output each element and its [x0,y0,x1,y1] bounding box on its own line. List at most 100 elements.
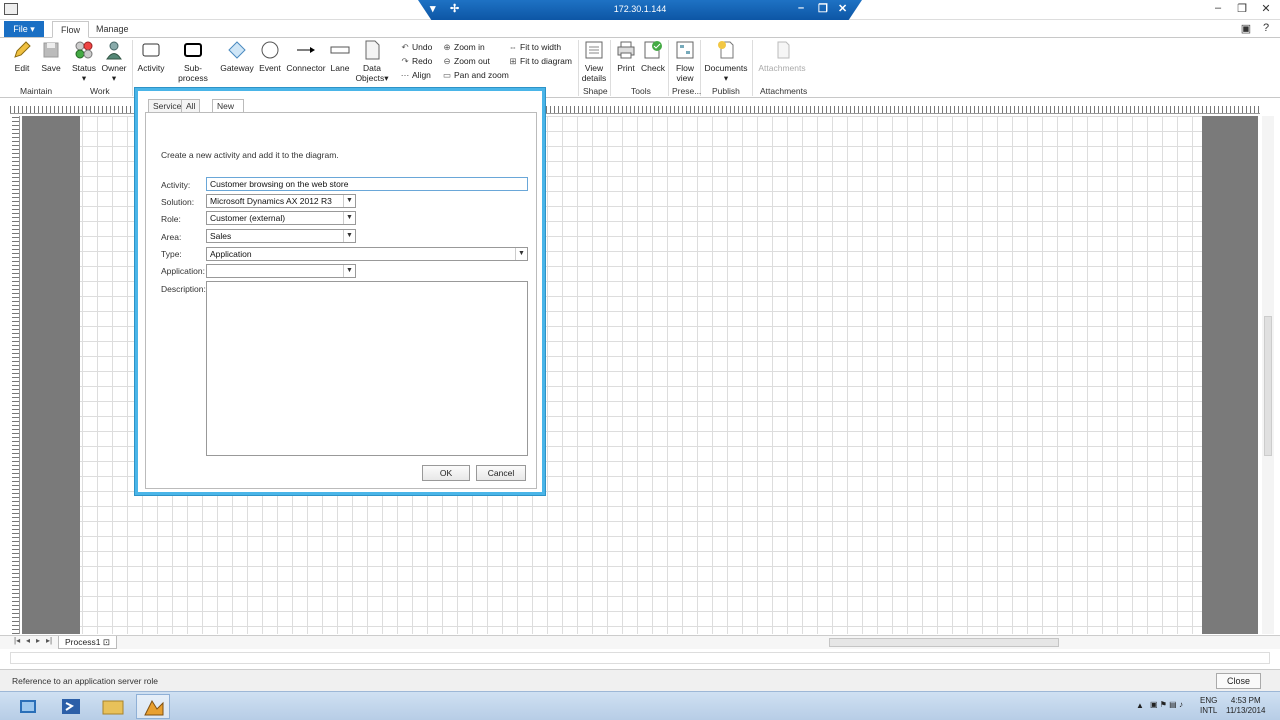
type-select[interactable]: Application ▼ [206,247,528,261]
redo-button[interactable]: ↷ Redo [400,54,432,68]
align-label: Align [412,70,431,80]
add-sheet-icon[interactable]: ⊡ [103,637,110,647]
right-margin-band [1202,116,1258,634]
window-close-icon[interactable]: ✕ [1256,2,1276,15]
check-button[interactable]: Check [640,40,666,73]
connector-button[interactable]: Connector [286,40,326,73]
status-button[interactable]: Status ▾ [70,40,98,84]
documents-button[interactable]: Documents ▾ [704,40,748,84]
powershell-icon[interactable] [54,694,88,719]
file-tab[interactable]: File ▾ [4,21,44,37]
save-button[interactable]: Save [38,40,64,73]
view-details-button[interactable]: View details [580,40,608,83]
area-select[interactable]: Sales ▼ [206,229,356,243]
attachment-icon [772,40,792,60]
pan-zoom-button[interactable]: ▭ Pan and zoom [442,68,509,82]
start-button[interactable] [12,694,46,719]
ok-button[interactable]: OK [422,465,470,481]
data-objects-button[interactable]: Data Objects▾ [354,40,390,84]
file-tab-label: File [13,24,28,34]
role-value: Customer (external) [210,213,286,223]
check-label: Check [640,63,666,73]
diamond-icon [227,40,247,60]
align-button[interactable]: ⋯ Align [400,68,431,82]
horizontal-scroll-thumb[interactable] [829,638,1059,647]
flow-view-button[interactable]: Flow view [672,40,698,83]
close-icon[interactable]: ✕ [838,2,847,15]
explorer-icon[interactable] [96,694,130,719]
ribbon-options-icon[interactable]: ▣ [1236,22,1256,35]
tab-all[interactable]: All [181,99,201,113]
fit-diagram-button[interactable]: ⊞ Fit to diagram [508,54,572,68]
tab-manage[interactable]: Manage [88,21,137,38]
activity-input[interactable]: Customer browsing on the web store [206,177,528,191]
role-select[interactable]: Customer (external) ▼ [206,211,356,225]
edit-button[interactable]: Edit [8,40,36,73]
zoom-in-button[interactable]: ⊕ Zoom in [442,40,485,54]
gateway-button[interactable]: Gateway [220,40,254,73]
help-icon[interactable]: ? [1256,22,1276,34]
clock[interactable]: 4:53 PM 11/13/2014 [1226,696,1265,716]
chevron-down-icon[interactable]: ▼ [343,195,355,207]
tray-icons[interactable]: ▣ ⚑ ▤ ♪ [1150,700,1183,710]
chevron-down-icon[interactable]: ▼ [343,265,355,277]
print-button[interactable]: Print [614,40,638,73]
chevron-down-icon[interactable]: ▼ [343,230,355,242]
new-activity-dialog: Service All New Create a new activity an… [135,88,545,495]
zoom-out-icon: ⊖ [443,56,451,66]
business-process-modeler-icon[interactable] [136,694,170,719]
first-sheet-icon[interactable]: |◂ [14,636,20,645]
minimize-icon[interactable]: – [798,2,804,14]
vertical-scroll-thumb[interactable] [1264,316,1272,456]
lane-button[interactable]: Lane [328,40,352,73]
owner-button[interactable]: Owner ▾ [100,40,128,84]
horizontal-scrollbar[interactable] [636,638,1256,647]
sheet-tab-label: Process1 [65,637,101,647]
next-sheet-icon[interactable]: ▸ [36,636,40,645]
input-language[interactable]: ENG INTL [1200,696,1217,716]
solution-select[interactable]: Microsoft Dynamics AX 2012 R3 ▼ [206,194,356,208]
subprocess-button[interactable]: Sub-process [170,40,216,83]
event-button[interactable]: Event [256,40,284,73]
type-value: Application [210,249,252,259]
tray-up-arrow-icon[interactable]: ▲ [1136,701,1144,711]
last-sheet-icon[interactable]: ▸| [46,636,52,645]
zoom-out-button[interactable]: ⊖ Zoom out [442,54,489,68]
separator [668,40,669,96]
separator [610,40,611,96]
vertical-scrollbar[interactable] [1262,116,1274,634]
gateway-label: Gateway [220,63,254,73]
redo-label: Redo [412,56,433,66]
sheet-tab[interactable]: Process1 ⊡ [58,636,117,649]
window-restore-icon[interactable]: ❐ [1232,2,1252,15]
lang: ENG [1200,696,1218,705]
role-label: Role: [161,214,181,224]
solution-value: Microsoft Dynamics AX 2012 R3 [210,196,332,206]
lang2: INTL [1200,706,1218,715]
restore-icon[interactable]: ❐ [818,2,828,15]
rectangle-icon [141,40,161,60]
documents-label: Documents [704,63,748,73]
tab-flow[interactable]: Flow [52,21,90,38]
undo-button[interactable]: ↶ Undo [400,40,432,54]
owner-label: Owner [101,63,127,73]
group-work: Work [90,86,110,96]
chevron-down-icon[interactable]: ▼ [515,248,527,260]
data-objects-label: Data Objects [355,63,385,83]
cancel-button[interactable]: Cancel [476,465,526,481]
attachments-button[interactable]: Attachments [756,40,808,73]
app-icon[interactable] [4,3,18,15]
save-label: Save [41,63,61,73]
prev-sheet-icon[interactable]: ◂ [26,636,30,645]
zoom-in-label: Zoom in [454,42,485,52]
window-minimize-icon[interactable]: – [1208,2,1228,14]
remote-title: 172.30.1.144 [613,4,667,14]
group-maintain: Maintain [20,86,53,96]
close-button[interactable]: Close [1216,673,1261,689]
activity-button[interactable]: Activity [136,40,166,73]
application-select[interactable]: ▼ [206,264,356,278]
fit-width-button[interactable]: ⇔ Fit to width [508,40,561,54]
chevron-down-icon[interactable]: ▼ [343,212,355,224]
circle-icon [260,40,280,60]
description-textarea[interactable] [206,281,528,456]
